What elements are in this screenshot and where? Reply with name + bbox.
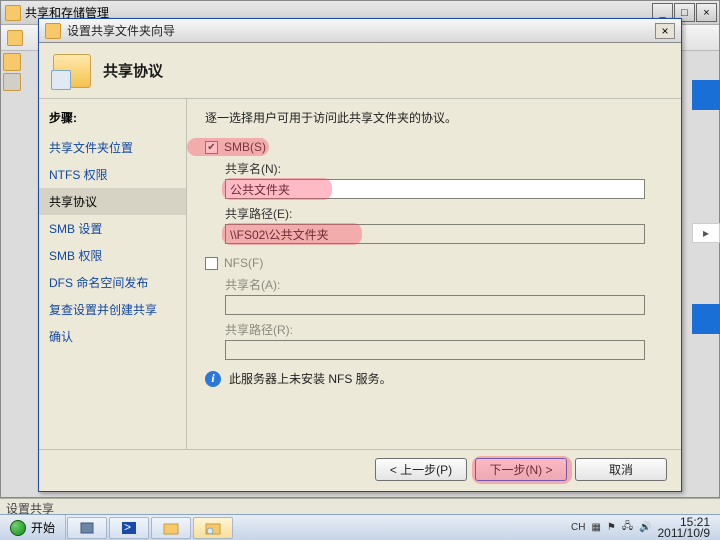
- folder-icon: [5, 5, 21, 21]
- taskbar-server-manager[interactable]: [67, 517, 107, 539]
- volume-icon[interactable]: 🔊: [639, 522, 651, 533]
- clock[interactable]: 15:21 2011/10/9: [658, 517, 715, 539]
- step-location[interactable]: 共享文件夹位置: [39, 134, 186, 161]
- smb-path-label: 共享路径(E):: [225, 205, 663, 222]
- smb-checkbox[interactable]: ✔: [205, 141, 218, 154]
- steps-pane: 步骤: 共享文件夹位置 NTFS 权限 共享协议 SMB 设置 SMB 权限 D…: [39, 99, 187, 449]
- taskbar-powershell[interactable]: >: [109, 517, 149, 539]
- chevron-right-icon: ▸: [692, 223, 720, 243]
- taskbar-wizard-window[interactable]: [193, 517, 233, 539]
- step-dfs[interactable]: DFS 命名空间发布: [39, 269, 186, 296]
- nfs-checkbox[interactable]: ✔: [205, 257, 218, 270]
- share-folder-icon: [53, 54, 91, 88]
- close-button[interactable]: ×: [655, 23, 675, 39]
- cancel-button[interactable]: 取消: [575, 458, 667, 481]
- start-button[interactable]: 开始: [0, 515, 66, 540]
- wizard-content: 逐一选择用户可用于访问此共享文件夹的协议。 ✔ SMB(S) 共享名(N): 公…: [187, 99, 681, 449]
- close-button[interactable]: ×: [696, 3, 717, 22]
- step-review[interactable]: 复查设置并创建共享: [39, 296, 186, 323]
- step-smb-settings[interactable]: SMB 设置: [39, 215, 186, 242]
- nfs-path-label: 共享路径(R):: [225, 321, 663, 338]
- step-protocol[interactable]: 共享协议: [39, 188, 186, 215]
- back-button[interactable]: < 上一步(P): [375, 458, 467, 481]
- folder-icon[interactable]: [3, 53, 21, 71]
- disk-icon[interactable]: [3, 73, 21, 91]
- taskbar: 开始 > CH ▦ ⚑ 🖧 🔊 15:21 2011/10/9: [0, 514, 720, 540]
- folder-icon: [7, 30, 23, 46]
- network-icon[interactable]: 🖧: [622, 519, 633, 536]
- tray-icon[interactable]: ▦: [591, 522, 600, 533]
- intro-text: 逐一选择用户可用于访问此共享文件夹的协议。: [205, 109, 663, 126]
- system-tray: CH ▦ ⚑ 🖧 🔊 15:21 2011/10/9: [565, 515, 720, 540]
- svg-text:>: >: [124, 520, 131, 534]
- info-icon: i: [205, 371, 221, 387]
- ime-indicator[interactable]: CH: [571, 522, 585, 533]
- folder-icon: [45, 23, 61, 39]
- info-text: 此服务器上未安装 NFS 服务。: [229, 370, 392, 387]
- steps-header: 步骤:: [39, 105, 186, 134]
- smb-label: SMB(S): [224, 140, 266, 154]
- step-smb-perm[interactable]: SMB 权限: [39, 242, 186, 269]
- wizard-header: 共享协议: [39, 43, 681, 99]
- wizard-titlebar: 设置共享文件夹向导 ×: [39, 19, 681, 43]
- sidebar-icons: [3, 53, 21, 91]
- wizard-dialog: 设置共享文件夹向导 × 共享协议 步骤: 共享文件夹位置 NTFS 权限 共享协…: [38, 18, 682, 492]
- nfs-name-input: [225, 295, 645, 315]
- wizard-heading: 共享协议: [103, 60, 163, 81]
- nfs-name-label: 共享名(A):: [225, 276, 663, 293]
- smb-name-input[interactable]: 公共文件夹: [225, 179, 645, 199]
- action-center-icon[interactable]: ⚑: [607, 522, 616, 533]
- right-pane-peek: ▸: [692, 80, 720, 380]
- smb-path-display: \\FS02\公共文件夹: [225, 224, 645, 244]
- smb-name-label: 共享名(N):: [225, 160, 663, 177]
- next-button[interactable]: 下一步(N) >: [475, 458, 567, 481]
- button-bar: < 上一步(P) 下一步(N) > 取消: [39, 449, 681, 489]
- wizard-title: 设置共享文件夹向导: [67, 22, 649, 39]
- nfs-path-display: [225, 340, 645, 360]
- taskbar-explorer[interactable]: [151, 517, 191, 539]
- step-confirm[interactable]: 确认: [39, 323, 186, 350]
- windows-orb-icon: [10, 520, 26, 536]
- step-ntfs[interactable]: NTFS 权限: [39, 161, 186, 188]
- nfs-label: NFS(F): [224, 256, 263, 270]
